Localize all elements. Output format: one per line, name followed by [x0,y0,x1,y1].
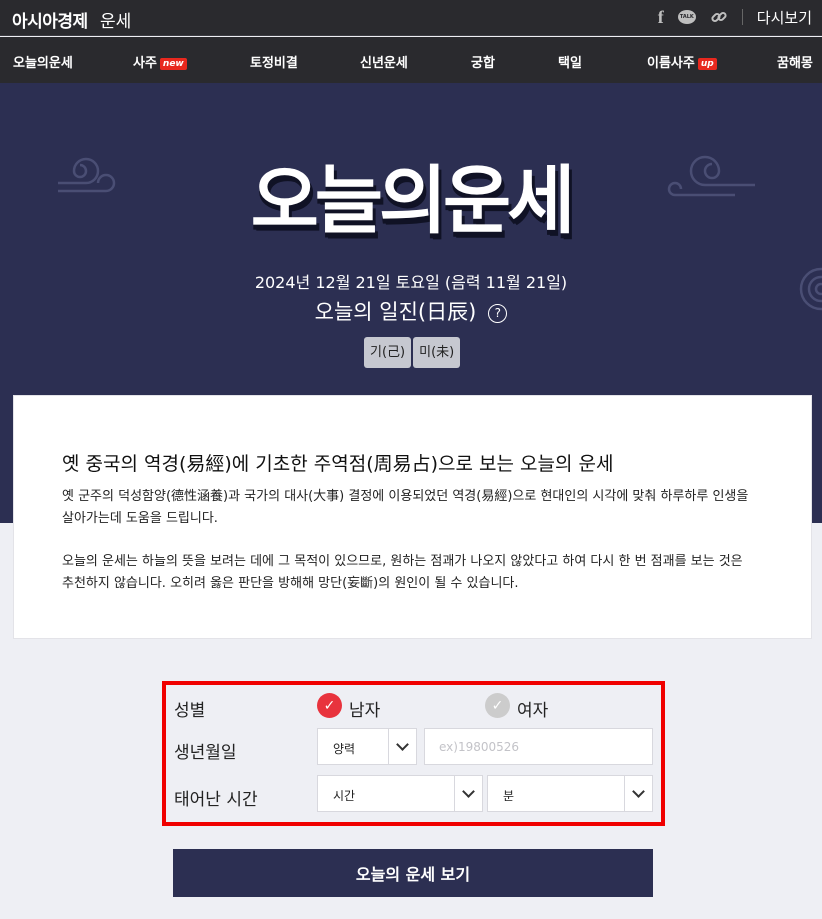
nav-item-taegil[interactable]: 택일 [558,52,582,71]
chevron-down-icon [388,729,416,764]
intro-paragraph-1: 옛 군주의 덕성함양(德性涵養)과 국가의 대사(大事) 결정에 이용되었던 역… [62,486,780,530]
calendar-type-value: 양력 [333,742,356,756]
nav-item-today[interactable]: 오늘의운세 [13,52,73,71]
up-badge: up [697,58,717,70]
facebook-icon[interactable]: f [658,7,664,28]
hour-value: 시간 [333,789,356,803]
help-icon[interactable]: ? [488,304,508,323]
nav-item-name-saju[interactable]: 이름사주 up [647,52,717,71]
intro-card: 옛 중국의 역경(易經)에 기초한 주역점(周易占)으로 보는 오늘의 운세 옛… [13,395,812,639]
kakaotalk-label: TALK [677,10,696,24]
nav-item-tojeong[interactable]: 토정비결 [250,52,298,71]
nav-label: 사주 [133,56,157,71]
brand-logo[interactable]: 아시아경제 [12,7,88,32]
chevron-down-icon [624,776,652,811]
female-radio-icon[interactable]: ✓ [485,693,510,718]
nav-label: 이름사주 [647,56,695,71]
ilgin-chip: 미(未) [413,337,461,368]
nav-item-gunghap[interactable]: 궁합 [471,52,495,71]
nav-label: 궁합 [471,56,495,71]
hero-title: 오늘의운세 [250,158,575,244]
gender-label: 성별 [174,701,206,721]
intro-line: 살아가는데 도움을 드립니다. [62,511,218,526]
ilgin-label: 오늘의 일진(日辰) [314,300,477,324]
nav-label: 신년운세 [360,56,408,71]
nav-label: 택일 [558,56,582,71]
section-title[interactable]: 운세 [100,7,131,32]
calendar-type-select[interactable]: 양력 [317,728,417,765]
chevron-down-icon [454,776,482,811]
male-option-label[interactable]: 남자 [349,696,380,721]
top-bar: 아시아경제 운세 f TALK 다시보기 [0,0,822,36]
intro-line: 옛 군주의 덕성함양(德性涵養)과 국가의 대사(大事) 결정에 이용되었던 역… [62,489,749,504]
share-icons: f TALK 다시보기 [658,6,812,28]
minute-value: 분 [503,789,515,803]
minute-select[interactable]: 분 [487,775,653,812]
nav-label: 꿈해몽 [777,56,813,71]
birthdate-input[interactable] [424,728,653,765]
hour-select[interactable]: 시간 [317,775,483,812]
ilgin-heading: 오늘의 일진(日辰)? [0,296,822,326]
nav-label: 토정비결 [250,56,298,71]
intro-line: 오늘의 운세는 하늘의 뜻을 보려는 데에 그 목적이 있으므로, 원하는 점괘… [62,554,743,569]
birthdate-label: 생년월일 [174,743,237,763]
intro-line: 추천하지 않습니다. 오히려 옳은 판단을 방해해 망단(妄斷)의 원인이 될 … [62,576,519,591]
nav-item-newyear[interactable]: 신년운세 [360,52,408,71]
new-badge: new [159,58,187,70]
kakaotalk-icon[interactable]: TALK [677,10,696,24]
ilgin-chips: 기(己) 미(未) [364,337,461,368]
divider [741,9,743,25]
main-nav: 오늘의운세 사주 new 토정비결 신년운세 궁합 택일 이름사주 up 꿈해몽 [0,37,822,83]
nav-label: 오늘의운세 [13,56,73,71]
hero-date: 2024년 12월 21일 토요일 (음력 11월 21일) [254,273,568,292]
ilgin-chip: 기(己) [364,337,412,368]
intro-title: 옛 중국의 역경(易經)에 기초한 주역점(周易占)으로 보는 오늘의 운세 [62,453,614,475]
nav-item-saju[interactable]: 사주 new [133,52,187,71]
female-option-label[interactable]: 여자 [517,696,548,721]
view-fortune-button[interactable]: 오늘의 운세 보기 [173,849,653,897]
link-icon[interactable] [710,8,728,26]
reload-button[interactable]: 다시보기 [757,7,812,28]
birth-time-label: 태어난 시간 [174,790,258,810]
nav-item-dream[interactable]: 꿈해몽 [777,52,813,71]
male-radio-checked-icon[interactable]: ✓ [317,693,342,718]
intro-paragraph-2: 오늘의 운세는 하늘의 뜻을 보려는 데에 그 목적이 있으므로, 원하는 점괘… [62,551,780,595]
